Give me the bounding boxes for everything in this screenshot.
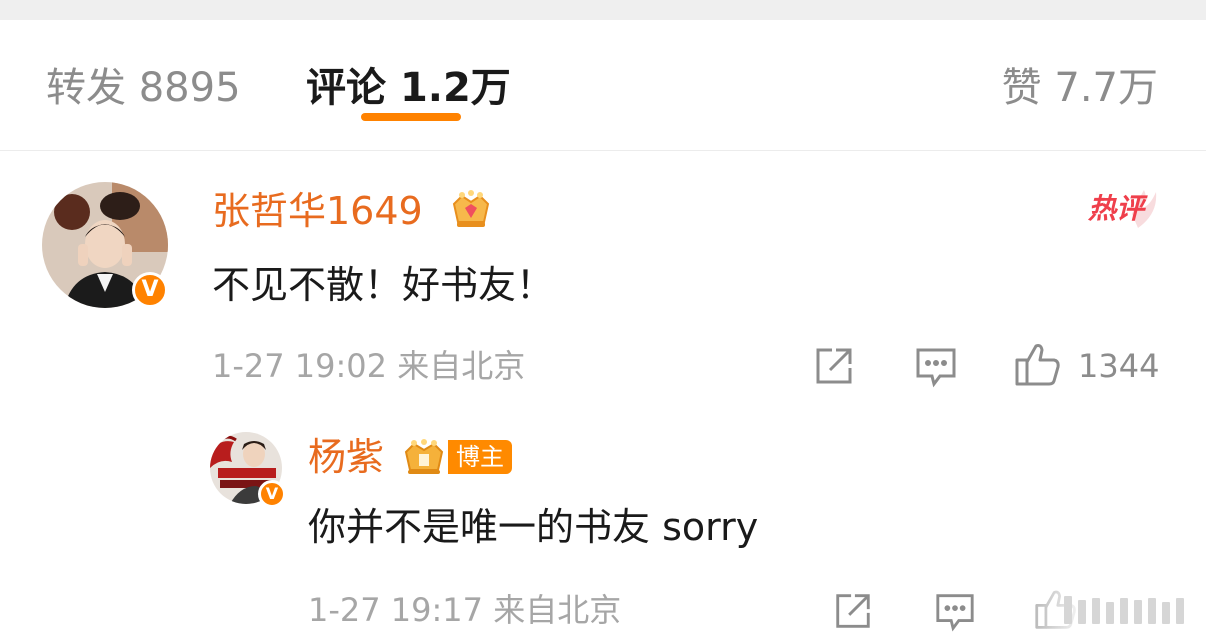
tab-likes-count: 7.7万	[1054, 65, 1158, 111]
comment-meta: 1-27 19:17 来自北京	[308, 590, 621, 630]
comment-location: 来自北京	[493, 591, 622, 629]
comment-username[interactable]: 杨紫	[308, 434, 384, 480]
reply-icon[interactable]	[914, 344, 958, 388]
tab-comments[interactable]: 评论 1.2万	[306, 64, 511, 112]
tab-comments-label: 评论	[306, 65, 386, 111]
comment-text: 你并不是唯一的书友 sorry	[308, 505, 759, 549]
comment-meta: 1-27 19:02 来自北京	[212, 346, 525, 386]
tab-repost[interactable]: 转发 8895	[46, 64, 241, 112]
like-icon[interactable]	[1014, 340, 1062, 388]
verified-badge: V	[258, 480, 286, 508]
share-icon[interactable]	[832, 590, 874, 632]
tab-repost-label: 转发	[46, 65, 126, 111]
tab-bar: 转发 8895 评论 1.2万 赞 7.7万	[0, 20, 1206, 150]
hot-comment-label: 热评	[1088, 192, 1145, 225]
comment-time: 1-27 19:02	[212, 347, 388, 385]
like-count: 1344	[1078, 347, 1160, 385]
share-icon[interactable]	[812, 344, 856, 388]
tab-comments-count: 1.2万	[399, 65, 511, 111]
comment-username[interactable]: 张哲华1649	[212, 188, 423, 234]
comment-location: 来自北京	[397, 347, 526, 385]
comment-text: 不见不散！好书友！	[212, 263, 555, 307]
reply-icon[interactable]	[934, 590, 976, 632]
watermark-logo	[1060, 590, 1200, 630]
comment-time: 1-27 19:17	[308, 591, 484, 629]
verified-badge: V	[132, 272, 168, 308]
hot-comment-badge: 热评	[1086, 188, 1166, 232]
tab-likes-label: 赞	[1001, 65, 1042, 111]
tab-repost-count: 8895	[138, 65, 241, 111]
active-tab-indicator	[361, 113, 461, 121]
crown-icon	[448, 186, 494, 232]
tabs-divider	[0, 150, 1206, 151]
blogger-label: 博主	[448, 440, 512, 474]
tab-likes[interactable]: 赞 7.7万	[1002, 64, 1158, 112]
top-band	[0, 0, 1206, 20]
